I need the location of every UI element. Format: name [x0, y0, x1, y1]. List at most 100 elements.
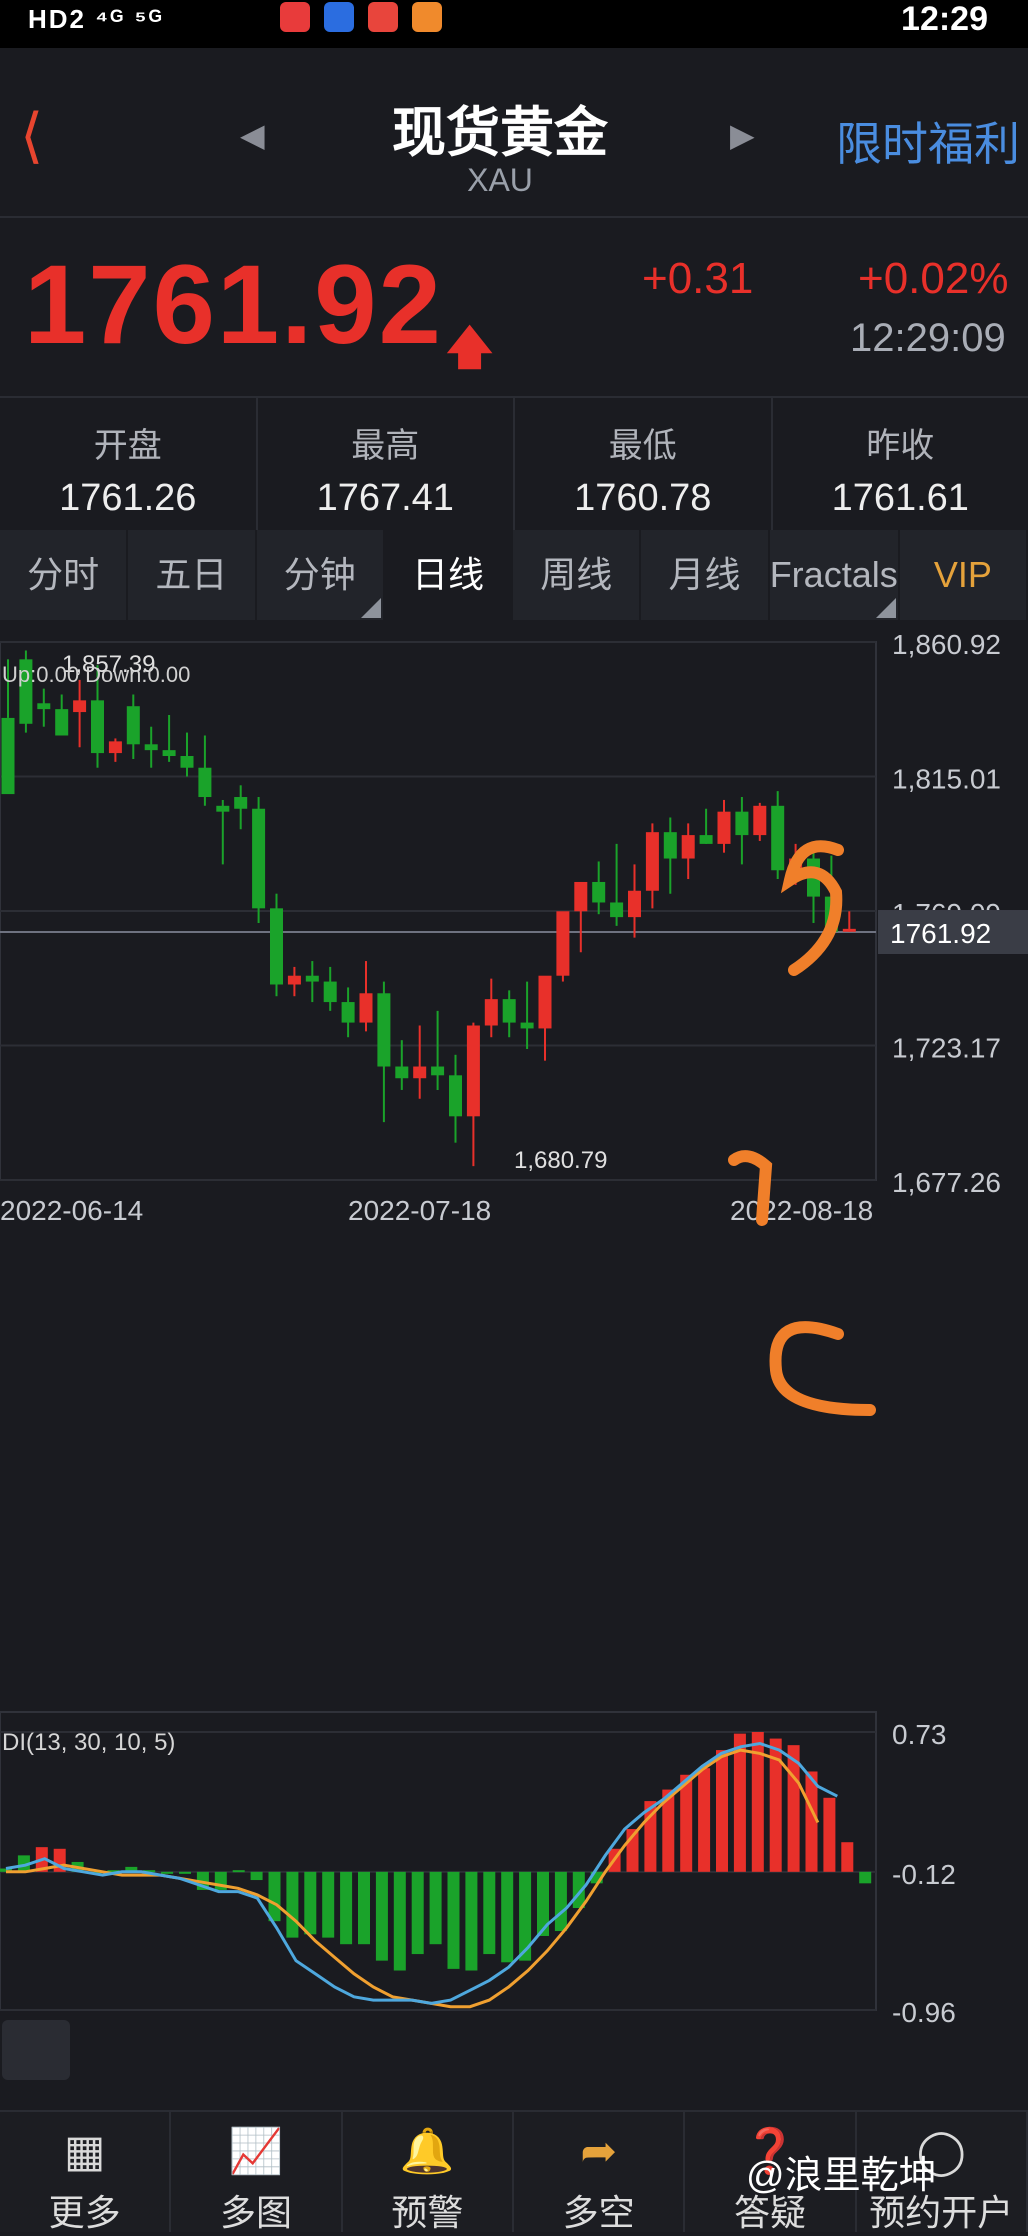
tab-label: 月线: [669, 554, 741, 595]
nav-long-short[interactable]: ➦多空: [514, 2112, 685, 2232]
candle-body: [556, 911, 569, 975]
trend-icon: ➦: [514, 2128, 683, 2176]
indicator-bar: [823, 1798, 835, 1872]
nav-label: 预警: [343, 2184, 512, 2236]
tab-weekly[interactable]: 周线: [513, 530, 641, 620]
indicator-bar: [322, 1872, 334, 1938]
app-notification-icon: [412, 2, 442, 32]
tab-fractals[interactable]: Fractals: [770, 530, 900, 620]
stat-value: 1761.26: [0, 477, 256, 520]
candle-body: [270, 908, 283, 984]
dropdown-corner-icon: [361, 598, 381, 618]
indicator-bar: [734, 1734, 746, 1872]
next-symbol-icon[interactable]: ▶: [730, 116, 755, 154]
chart-area[interactable]: 1,860.921,815.011,769.091,723.171,677.26…: [0, 620, 1028, 2110]
status-app-icons: [280, 2, 442, 32]
annotation-wave-c: [776, 1327, 870, 1410]
indicator-bar: [358, 1872, 370, 1944]
candle-body: [628, 891, 641, 917]
indicator-bar: [304, 1872, 316, 1935]
up-arrow-icon: 🡅: [446, 314, 493, 392]
annotation-label: 5: [776, 889, 778, 891]
candle-body: [718, 812, 731, 844]
tab-label: Fractals: [770, 554, 898, 595]
status-time: 12:29: [901, 0, 988, 39]
indicator-bar: [501, 1872, 513, 1962]
candle-body: [306, 976, 319, 982]
promo-link[interactable]: 限时福利: [836, 108, 1020, 174]
candle-body: [252, 809, 265, 909]
candle-body: [109, 741, 122, 753]
indicator-bar: [465, 1872, 477, 1971]
period-tabs: 分时 五日 分钟 日线 周线 月线 Fractals VIP: [0, 530, 1028, 620]
stat-value: 1767.41: [258, 477, 514, 520]
candle-body: [610, 902, 623, 917]
indicator-bar: [806, 1771, 818, 1871]
stat-label: 最高: [258, 418, 514, 467]
tab-daily[interactable]: 日线: [385, 530, 513, 620]
grid-icon: ▦: [0, 2128, 169, 2176]
tab-label: 分时: [27, 554, 99, 595]
candle-body: [753, 806, 766, 835]
stat-open: 开盘1761.26: [0, 398, 258, 530]
nav-multi-chart[interactable]: 📈多图: [171, 2112, 342, 2232]
nav-alert[interactable]: 🔔预警: [343, 2112, 514, 2232]
candle-body: [700, 835, 713, 844]
candle-body: [592, 882, 605, 903]
candle-body: [503, 999, 516, 1022]
tab-minute[interactable]: 分钟: [257, 530, 385, 620]
candle-body: [413, 1067, 426, 1079]
y-axis-label: 1,815.01: [892, 763, 1001, 794]
x-axis-label: 2022-07-18: [348, 1195, 491, 1226]
candle-body: [37, 703, 50, 709]
indicator-bar: [251, 1872, 263, 1880]
stat-prev-close: 昨收1761.61: [773, 398, 1028, 530]
low-price-label: 1,680.79: [514, 1147, 607, 1174]
candle-body: [181, 756, 194, 768]
indicator-y-label: 0.73: [892, 1719, 947, 1750]
stat-value: 1760.78: [515, 477, 771, 520]
candle-body: [2, 718, 15, 794]
nav-more[interactable]: ▦更多: [0, 2112, 171, 2232]
indicator-y-label: -0.12: [892, 1859, 956, 1890]
tab-five-day[interactable]: 五日: [128, 530, 256, 620]
current-price: 1761.92: [24, 240, 443, 369]
candle-body: [843, 929, 856, 932]
indicator-bar: [340, 1872, 352, 1944]
candle-body: [55, 709, 68, 735]
indicator-y-label: -0.96: [892, 1997, 956, 2028]
candle-body: [234, 797, 247, 809]
tab-intraday[interactable]: 分时: [0, 530, 128, 620]
indicator-label: DI(13, 30, 10, 5): [2, 1729, 175, 1756]
fractals-legend: Up:0.00 Down:0.00: [2, 662, 190, 687]
y-axis-label: 1,860.92: [892, 629, 1001, 660]
tab-label: 分钟: [284, 554, 356, 595]
candle-body: [467, 1026, 480, 1117]
candle-body: [360, 993, 373, 1022]
stat-label: 昨收: [773, 418, 1028, 467]
candle-body: [91, 700, 104, 753]
tab-label: 五日: [155, 554, 227, 595]
dropdown-corner-icon: [876, 598, 896, 618]
price-chart[interactable]: 1,860.921,815.011,769.091,723.171,677.26…: [0, 620, 1028, 2110]
candle-body: [771, 806, 784, 870]
current-price-label: 1761.92: [890, 918, 991, 949]
chart-icon: 📈: [171, 2128, 340, 2176]
candle-body: [485, 999, 498, 1025]
tab-vip[interactable]: VIP: [900, 530, 1028, 620]
candle-body: [539, 976, 552, 1029]
indicator-bar: [179, 1872, 191, 1874]
x-axis-label: 2022-08-18: [730, 1195, 873, 1226]
candle-body: [145, 744, 158, 750]
watermark: @浪里乾坤: [746, 2144, 937, 2199]
tab-monthly[interactable]: 月线: [641, 530, 769, 620]
candle-body: [73, 700, 86, 712]
stat-label: 最低: [515, 418, 771, 467]
tab-label: VIP: [934, 554, 992, 595]
tab-label: 周线: [540, 554, 612, 595]
status-signal: HD2 ⁴ᴳ ⁵ᴳ: [28, 4, 164, 35]
candle-body: [521, 1023, 534, 1029]
tab-label: 日线: [412, 554, 484, 595]
header: ⟨ ◀ 现货黄金 XAU ▶ 限时福利: [0, 48, 1028, 218]
candle-body: [288, 976, 301, 985]
